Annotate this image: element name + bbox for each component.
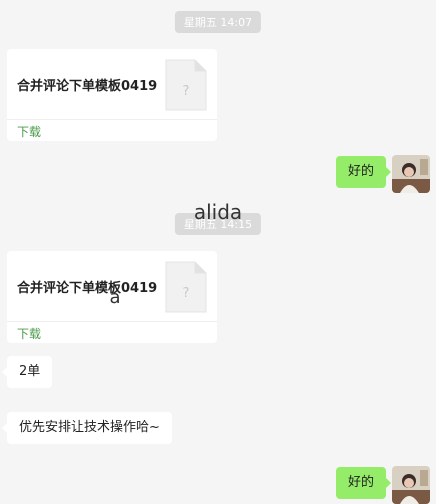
outgoing-message: 好的 <box>335 467 392 499</box>
outgoing-message: 好的 <box>335 156 392 188</box>
avatar[interactable] <box>392 466 430 504</box>
file-message-card[interactable]: 合并评论下单模板0419 ? 下载 <box>7 49 217 141</box>
avatar[interactable] <box>392 155 430 193</box>
unknown-file-icon: ? <box>165 59 207 111</box>
svg-text:?: ? <box>183 84 190 99</box>
overlay-text: alida <box>193 200 243 224</box>
avatar-photo-icon <box>392 155 430 193</box>
incoming-message: 2单 <box>1 356 53 388</box>
divider <box>7 321 217 322</box>
download-link[interactable]: 下载 <box>17 325 41 342</box>
incoming-message: 优先安排让技术操作哈~ <box>2 412 172 444</box>
file-title: 合并评论下单模板0419 <box>17 79 158 94</box>
download-link[interactable]: 下载 <box>17 123 41 140</box>
divider <box>7 119 217 120</box>
svg-text:?: ? <box>183 286 190 301</box>
overlay-text: a <box>109 287 121 308</box>
file-title: 合并评论下单模板0419 <box>17 281 158 296</box>
timestamp: 星期五 14:07 <box>174 11 262 33</box>
unknown-file-icon: ? <box>165 261 207 313</box>
avatar-photo-icon <box>392 466 430 504</box>
